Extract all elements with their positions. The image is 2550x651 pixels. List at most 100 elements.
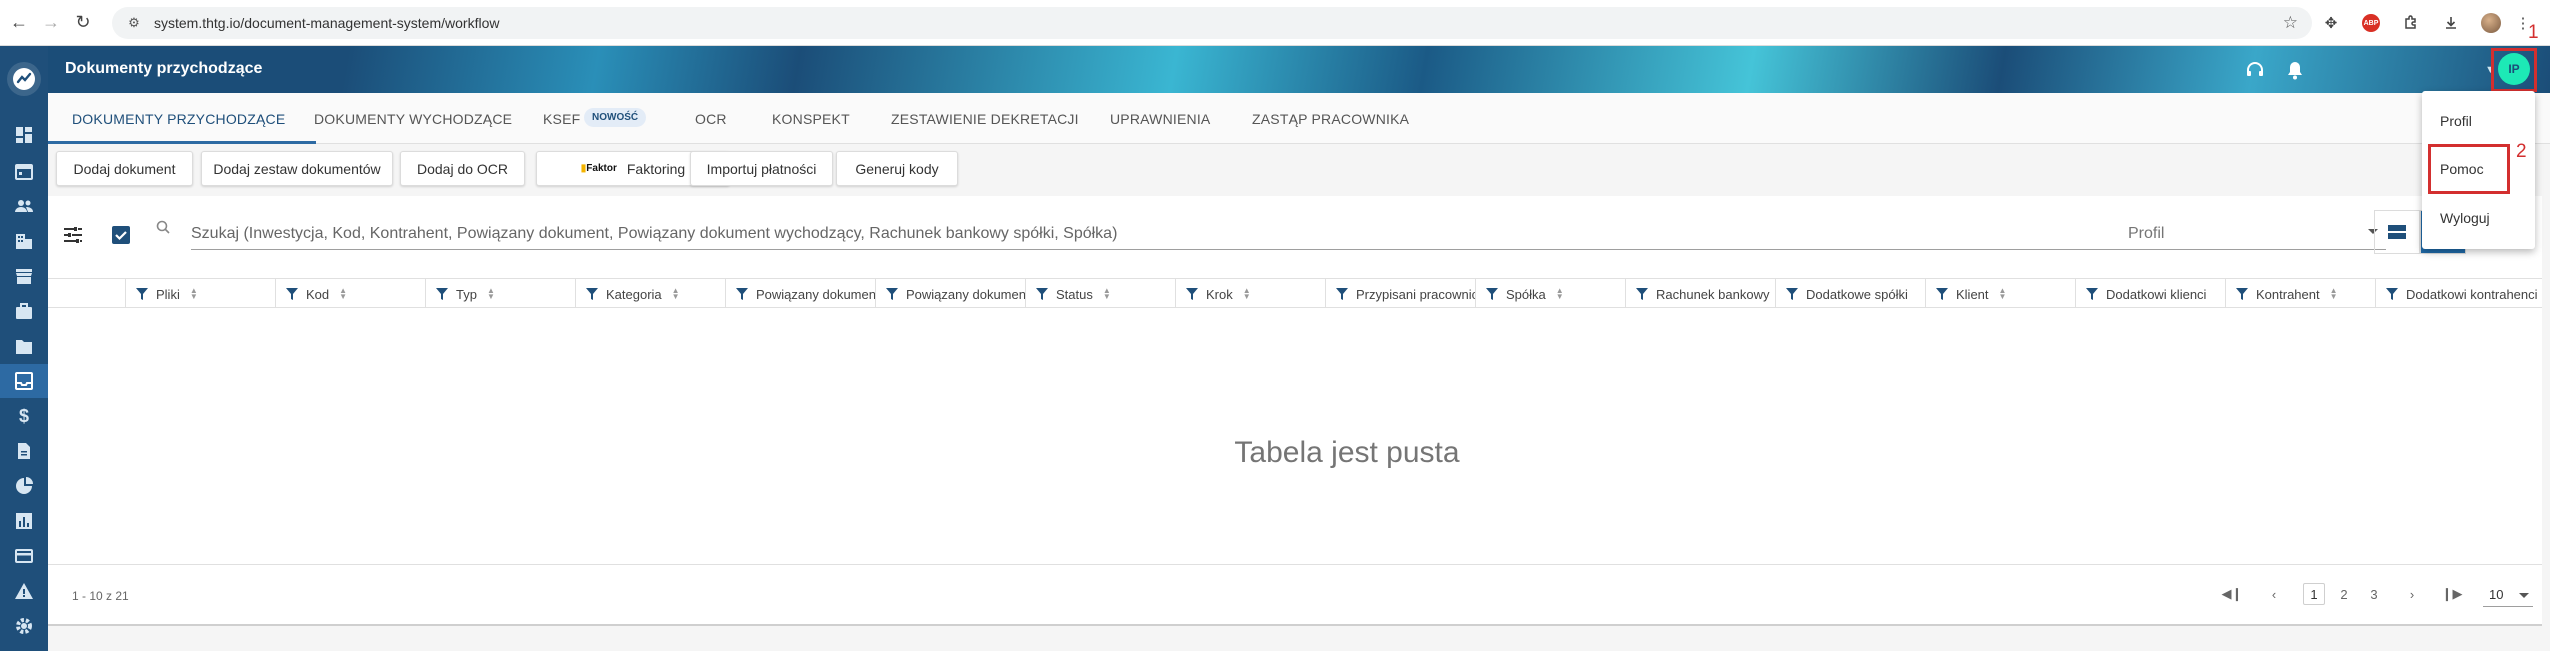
filter-funnel-icon[interactable]: [1036, 288, 1048, 300]
add-document-button[interactable]: Dodaj dokument: [56, 151, 193, 186]
dollar-icon: $: [18, 405, 29, 426]
sort-icon[interactable]: ▲ ▼: [487, 287, 495, 301]
column-header[interactable]: Spółka ▲ ▼: [1476, 279, 1626, 307]
filter-funnel-icon[interactable]: [1486, 288, 1498, 300]
column-header[interactable]: Powiązany dokument wychodzący: [876, 279, 1026, 307]
column-header[interactable]: Kod ▲ ▼: [276, 279, 426, 307]
select-checkbox-icon[interactable]: [110, 224, 132, 246]
support-headset-icon[interactable]: [2244, 59, 2266, 81]
sidebar-item-analytics[interactable]: [0, 504, 48, 538]
back-icon[interactable]: ←: [6, 10, 32, 36]
filter-funnel-icon[interactable]: [2386, 288, 2398, 300]
move-icon[interactable]: ✥: [2318, 10, 2344, 36]
download-icon[interactable]: [2438, 10, 2464, 36]
filter-funnel-icon[interactable]: [136, 288, 148, 300]
filter-funnel-icon[interactable]: [1336, 288, 1348, 300]
address-bar[interactable]: ⚙ system.thtg.io/document-management-sys…: [112, 7, 2312, 39]
filter-funnel-icon[interactable]: [436, 288, 448, 300]
profile-select[interactable]: Profil: [2128, 218, 2386, 250]
sidebar-item-store[interactable]: [0, 259, 48, 293]
menu-item-profile[interactable]: Profil: [2440, 113, 2472, 129]
column-header[interactable]: Dodatkowi klienci: [2076, 279, 2226, 307]
add-to-ocr-button[interactable]: Dodaj do OCR: [400, 151, 525, 186]
filters-tune-icon[interactable]: [62, 224, 84, 246]
filter-funnel-icon[interactable]: [1786, 288, 1798, 300]
column-header[interactable]: Kategoria ▲ ▼: [576, 279, 726, 307]
sort-icon[interactable]: ▲ ▼: [339, 287, 347, 301]
column-header[interactable]: Przypisani pracownicy: [1326, 279, 1476, 307]
add-document-set-button[interactable]: Dodaj zestaw dokumentów: [201, 151, 393, 186]
sort-icon[interactable]: ▲ ▼: [2330, 287, 2338, 301]
tab-decree-summary[interactable]: ZESTAWIENIE DEKRETACJI: [891, 111, 1079, 127]
sidebar-item-finance[interactable]: $: [0, 399, 48, 433]
last-page-icon[interactable]: ❙▶: [2441, 583, 2463, 605]
sidebar-item-payments[interactable]: [0, 539, 48, 573]
column-header[interactable]: Kontrahent ▲ ▼: [2226, 279, 2376, 307]
view-list-button[interactable]: [2374, 210, 2420, 254]
filter-funnel-icon[interactable]: [1936, 288, 1948, 300]
sidebar-item-folders[interactable]: [0, 329, 48, 363]
filter-funnel-icon[interactable]: [586, 288, 598, 300]
tab-replace-employee[interactable]: ZASTĄP PRACOWNIKA: [1252, 111, 1409, 127]
sort-icon[interactable]: ▲ ▼: [672, 287, 680, 301]
column-header[interactable]: Powiązany dokument: [726, 279, 876, 307]
sidebar-item-alerts[interactable]: [0, 574, 48, 608]
tab-permissions[interactable]: UPRAWNIENIA: [1110, 111, 1210, 127]
page-button-2[interactable]: 2: [2333, 583, 2355, 605]
next-page-icon[interactable]: ›: [2401, 583, 2423, 605]
search-input[interactable]: [191, 218, 2161, 250]
tab-ksef[interactable]: KSEF: [543, 111, 580, 127]
bookmark-star-icon[interactable]: ☆: [2283, 13, 2298, 33]
sidebar-item-users[interactable]: [0, 189, 48, 223]
import-payments-button[interactable]: Importuj płatności: [690, 151, 833, 186]
extensions-puzzle-icon[interactable]: [2398, 10, 2424, 36]
tab-incoming-documents[interactable]: DOKUMENTY PRZYCHODZĄCE: [72, 111, 285, 127]
tab-konspekt[interactable]: KONSPEKT: [772, 111, 850, 127]
sidebar-item-inbox[interactable]: [0, 364, 48, 398]
sidebar-item-settings[interactable]: [0, 609, 48, 643]
notifications-bell-icon[interactable]: [2284, 59, 2306, 81]
first-page-icon[interactable]: ◀❙: [2221, 583, 2243, 605]
column-header[interactable]: Krok ▲ ▼: [1176, 279, 1326, 307]
tab-ocr[interactable]: OCR: [695, 111, 727, 127]
generate-codes-button[interactable]: Generuj kody: [836, 151, 958, 186]
column-header[interactable]: Pliki ▲ ▼: [126, 279, 276, 307]
page-button-3[interactable]: 3: [2363, 583, 2385, 605]
page-button-1[interactable]: 1: [2303, 583, 2325, 605]
sidebar-item-reports[interactable]: [0, 469, 48, 503]
sort-icon[interactable]: ▲ ▼: [1243, 287, 1251, 301]
filter-funnel-icon[interactable]: [1636, 288, 1648, 300]
filter-funnel-icon[interactable]: [286, 288, 298, 300]
filter-funnel-icon[interactable]: [736, 288, 748, 300]
sort-icon[interactable]: ▲ ▼: [1103, 287, 1111, 301]
column-header[interactable]: Klient ▲ ▼: [1926, 279, 2076, 307]
forward-icon[interactable]: →: [38, 10, 64, 36]
column-header[interactable]: Typ ▲ ▼: [426, 279, 576, 307]
column-header[interactable]: Dodatkowe spółki: [1776, 279, 1926, 307]
sidebar-item-projects[interactable]: [0, 294, 48, 328]
sort-icon[interactable]: ▲ ▼: [1556, 287, 1564, 301]
sidebar-item-dashboard[interactable]: [0, 118, 48, 152]
filter-funnel-icon[interactable]: [1186, 288, 1198, 300]
sort-icon[interactable]: ▲ ▼: [190, 287, 198, 301]
tab-outgoing-documents[interactable]: DOKUMENTY WYCHODZĄCE: [314, 111, 512, 127]
site-settings-icon[interactable]: ⚙: [124, 13, 144, 33]
previous-page-icon[interactable]: ‹: [2263, 583, 2285, 605]
menu-item-logout[interactable]: Wyloguj: [2440, 210, 2490, 226]
adblock-extension-icon[interactable]: ABP: [2358, 10, 2384, 36]
filter-funnel-icon[interactable]: [2086, 288, 2098, 300]
sidebar-item-calendar[interactable]: [0, 154, 48, 188]
filter-funnel-icon[interactable]: [2236, 288, 2248, 300]
reload-icon[interactable]: ↻: [70, 10, 96, 36]
filter-funnel-icon[interactable]: [886, 288, 898, 300]
sidebar-item-companies[interactable]: [0, 224, 48, 258]
sort-icon[interactable]: ▲ ▼: [1999, 287, 2007, 301]
browser-profile-avatar[interactable]: [2478, 10, 2504, 36]
app-logo-icon[interactable]: [7, 62, 41, 96]
page-size-select[interactable]: 10: [2483, 583, 2533, 607]
column-header[interactable]: Rachunek bankowy: [1626, 279, 1776, 307]
column-header[interactable]: Status ▲ ▼: [1026, 279, 1176, 307]
browser-menu-icon[interactable]: ⋮: [2516, 10, 2531, 36]
sidebar-item-documents[interactable]: [0, 434, 48, 468]
column-header[interactable]: Dodatkowi kontrahenci: [2376, 279, 2542, 307]
